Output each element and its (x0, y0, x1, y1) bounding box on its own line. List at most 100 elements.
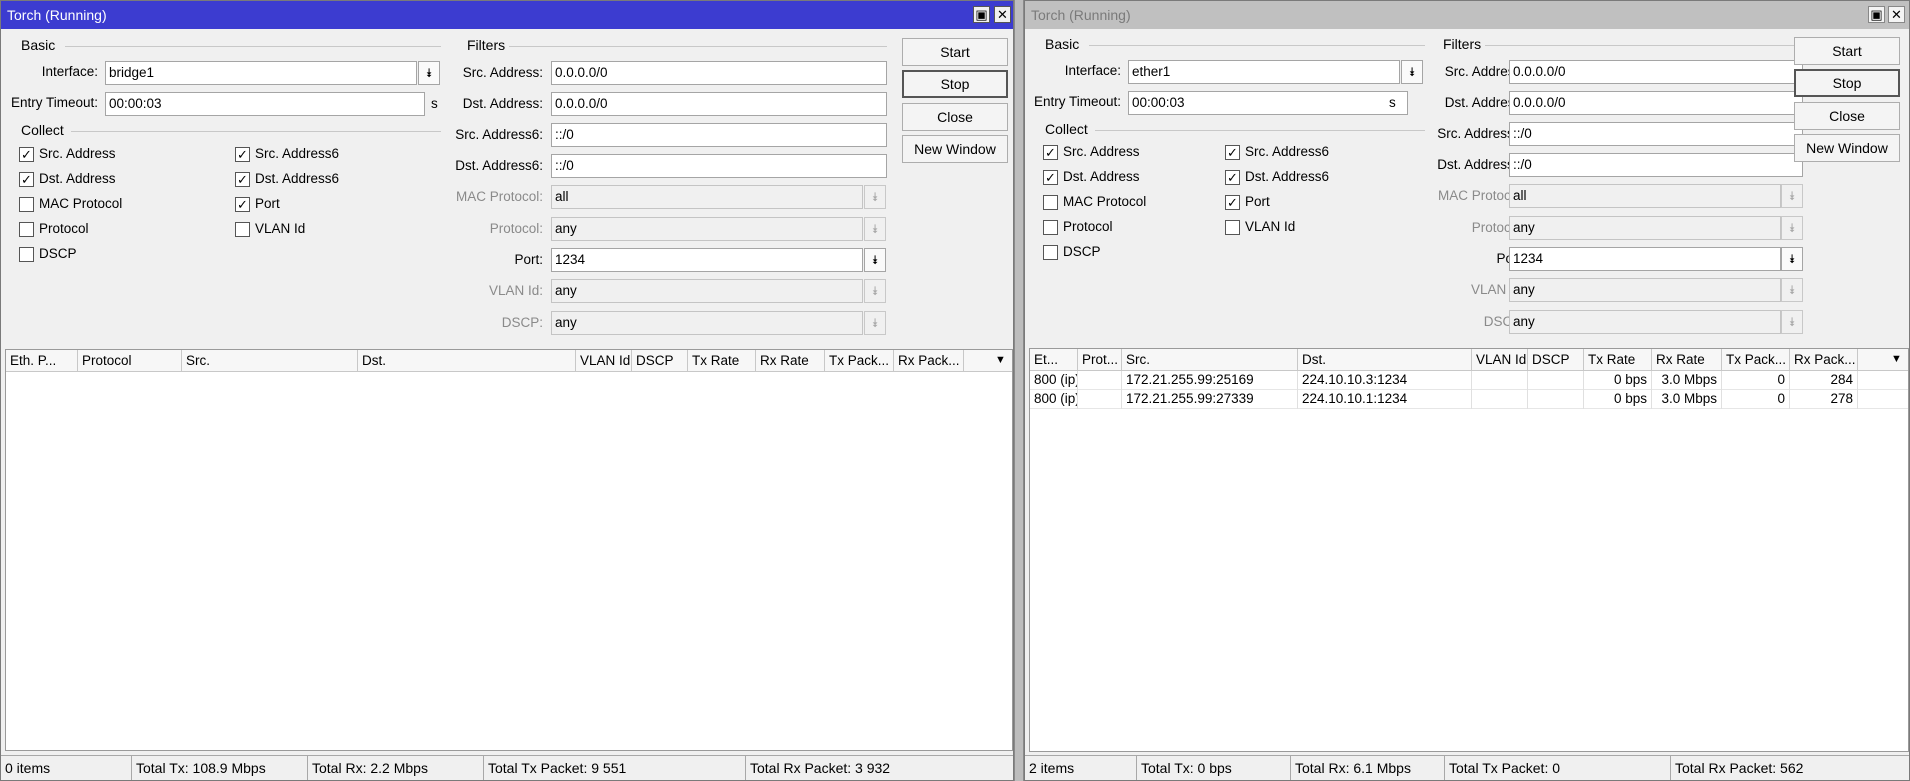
column-header[interactable]: Tx Pack... (1722, 349, 1790, 371)
column-header[interactable]: Rx Pack... (894, 350, 964, 372)
status-bar: 2 items Total Tx: 0 bps Total Rx: 6.1 Mb… (1025, 755, 1909, 780)
column-header[interactable]: Dst. (358, 350, 576, 372)
vlan-id-field[interactable]: any (551, 279, 863, 303)
checkbox-protocol[interactable] (1043, 220, 1058, 235)
maximize-icon[interactable]: ▣ (973, 6, 990, 23)
column-header[interactable]: Protocol (78, 350, 182, 372)
checkbox-src-address6[interactable]: ✓ (1225, 145, 1240, 160)
column-header[interactable]: Tx Rate (1584, 349, 1652, 371)
column-header[interactable]: Tx Pack... (825, 350, 894, 372)
checkbox-mac-protocol[interactable] (19, 197, 34, 212)
maximize-icon[interactable]: ▣ (1868, 6, 1885, 23)
table-cell (1078, 371, 1122, 390)
checkbox-src-address[interactable]: ✓ (19, 147, 34, 162)
dscp-field[interactable]: any (551, 311, 863, 335)
checkbox-dscp[interactable] (19, 247, 34, 262)
checkbox-label: Src. Address6 (255, 146, 340, 161)
dst-address6-field[interactable]: ::/0 (1509, 153, 1803, 177)
port-field[interactable]: 1234 (551, 248, 863, 272)
new-window-button[interactable]: New Window (902, 135, 1008, 163)
checkbox-mac-protocol[interactable] (1043, 195, 1058, 210)
column-header[interactable]: Rx Rate (1652, 349, 1722, 371)
column-header[interactable]: Src. (182, 350, 358, 372)
title-bar[interactable]: Torch (Running) ▣ ✕ (1025, 1, 1909, 29)
window-splitter[interactable] (1014, 0, 1024, 781)
dropdown-icon[interactable]: ⯯ (1781, 310, 1803, 334)
port-field[interactable]: 1234 (1509, 247, 1781, 271)
close-icon[interactable]: ✕ (1888, 6, 1905, 23)
dropdown-icon[interactable]: ⯯ (864, 185, 886, 209)
dscp-field[interactable]: any (1509, 310, 1781, 334)
column-header[interactable]: DSCP (632, 350, 688, 372)
vlan-id-field[interactable]: any (1509, 278, 1781, 302)
mac-protocol-field[interactable]: all (1509, 184, 1781, 208)
checkbox-dst-address6[interactable]: ✓ (1225, 170, 1240, 185)
start-button[interactable]: Start (1794, 37, 1900, 65)
checkbox-dst-address[interactable]: ✓ (19, 172, 34, 187)
dropdown-icon[interactable]: ⯯ (864, 279, 886, 303)
table-row[interactable]: 800 (ip) 172.21.255.99:25169 224.10.10.3… (1030, 371, 1908, 390)
stop-button[interactable]: Stop (1794, 69, 1900, 97)
checkbox-vlan-id[interactable] (1225, 220, 1240, 235)
dst-address6-field[interactable]: ::/0 (551, 154, 887, 178)
filter-label-protocol: Protocol: (1471, 220, 1525, 235)
checkbox-dst-address6[interactable]: ✓ (235, 172, 250, 187)
column-menu-icon[interactable]: ▼ (1886, 349, 1908, 371)
dropdown-icon[interactable]: ⯯ (1781, 247, 1803, 271)
column-header[interactable]: DSCP (1528, 349, 1584, 371)
dropdown-icon[interactable]: ⯯ (1781, 184, 1803, 208)
checkbox-port[interactable]: ✓ (235, 197, 250, 212)
close-icon[interactable]: ✕ (994, 6, 1011, 23)
checkbox-vlan-id[interactable] (235, 222, 250, 237)
table-cell: 172.21.255.99:25169 (1122, 371, 1298, 390)
table-cell: 800 (ip) (1030, 390, 1078, 409)
close-button[interactable]: Close (902, 103, 1008, 131)
checkbox-dscp[interactable] (1043, 245, 1058, 260)
table-row[interactable]: 800 (ip) 172.21.255.99:27339 224.10.10.1… (1030, 390, 1908, 409)
checkbox-dst-address[interactable]: ✓ (1043, 170, 1058, 185)
entry-timeout-field[interactable]: 00:00:03 (1128, 91, 1408, 115)
torch-table[interactable]: Et... Prot... Src. Dst. VLAN Id DSCP Tx … (1029, 348, 1909, 752)
src-address6-field[interactable]: ::/0 (1509, 122, 1803, 146)
dropdown-icon[interactable]: ⯯ (864, 217, 886, 241)
protocol-field[interactable]: any (1509, 216, 1781, 240)
checkbox-label: Dst. Address (1063, 169, 1140, 184)
window-title: Torch (Running) (7, 7, 107, 23)
src-address-field[interactable]: 0.0.0.0/0 (551, 61, 887, 85)
column-header[interactable]: Eth. P... (6, 350, 78, 372)
checkbox-src-address6[interactable]: ✓ (235, 147, 250, 162)
title-bar[interactable]: Torch (Running) ▣ ✕ (1, 1, 1013, 29)
checkbox-src-address[interactable]: ✓ (1043, 145, 1058, 160)
interface-field[interactable]: ether1 (1128, 60, 1400, 84)
column-header[interactable]: Prot... (1078, 349, 1122, 371)
interface-field[interactable]: bridge1 (105, 61, 417, 85)
mac-protocol-field[interactable]: all (551, 185, 863, 209)
torch-table[interactable]: Eth. P... Protocol Src. Dst. VLAN Id DSC… (5, 349, 1013, 751)
checkbox-protocol[interactable] (19, 222, 34, 237)
column-header[interactable]: VLAN Id (576, 350, 632, 372)
dropdown-icon[interactable]: ⯯ (864, 248, 886, 272)
close-button[interactable]: Close (1794, 102, 1900, 130)
dst-address-field[interactable]: 0.0.0.0/0 (551, 92, 887, 116)
column-header[interactable]: Tx Rate (688, 350, 756, 372)
stop-button[interactable]: Stop (902, 70, 1008, 98)
checkbox-port[interactable]: ✓ (1225, 195, 1240, 210)
dropdown-icon[interactable]: ⯯ (1781, 278, 1803, 302)
new-window-button[interactable]: New Window (1794, 134, 1900, 162)
dropdown-icon[interactable]: ⯯ (864, 311, 886, 335)
column-header[interactable]: Rx Rate (756, 350, 825, 372)
column-header[interactable]: Rx Pack... (1790, 349, 1858, 371)
filters-group-title: Filters (467, 37, 506, 53)
src-address-field[interactable]: 0.0.0.0/0 (1509, 60, 1803, 84)
protocol-field[interactable]: any (551, 217, 863, 241)
dst-address-field[interactable]: 0.0.0.0/0 (1509, 91, 1803, 115)
start-button[interactable]: Start (902, 38, 1008, 66)
dropdown-icon[interactable]: ⯯ (1781, 216, 1803, 240)
column-header[interactable]: Et... (1030, 349, 1078, 371)
column-menu-icon[interactable]: ▼ (990, 350, 1012, 372)
entry-timeout-field[interactable]: 00:00:03 (105, 92, 425, 116)
column-header[interactable]: Dst. (1298, 349, 1472, 371)
column-header[interactable]: VLAN Id (1472, 349, 1528, 371)
column-header[interactable]: Src. (1122, 349, 1298, 371)
src-address6-field[interactable]: ::/0 (551, 123, 887, 147)
